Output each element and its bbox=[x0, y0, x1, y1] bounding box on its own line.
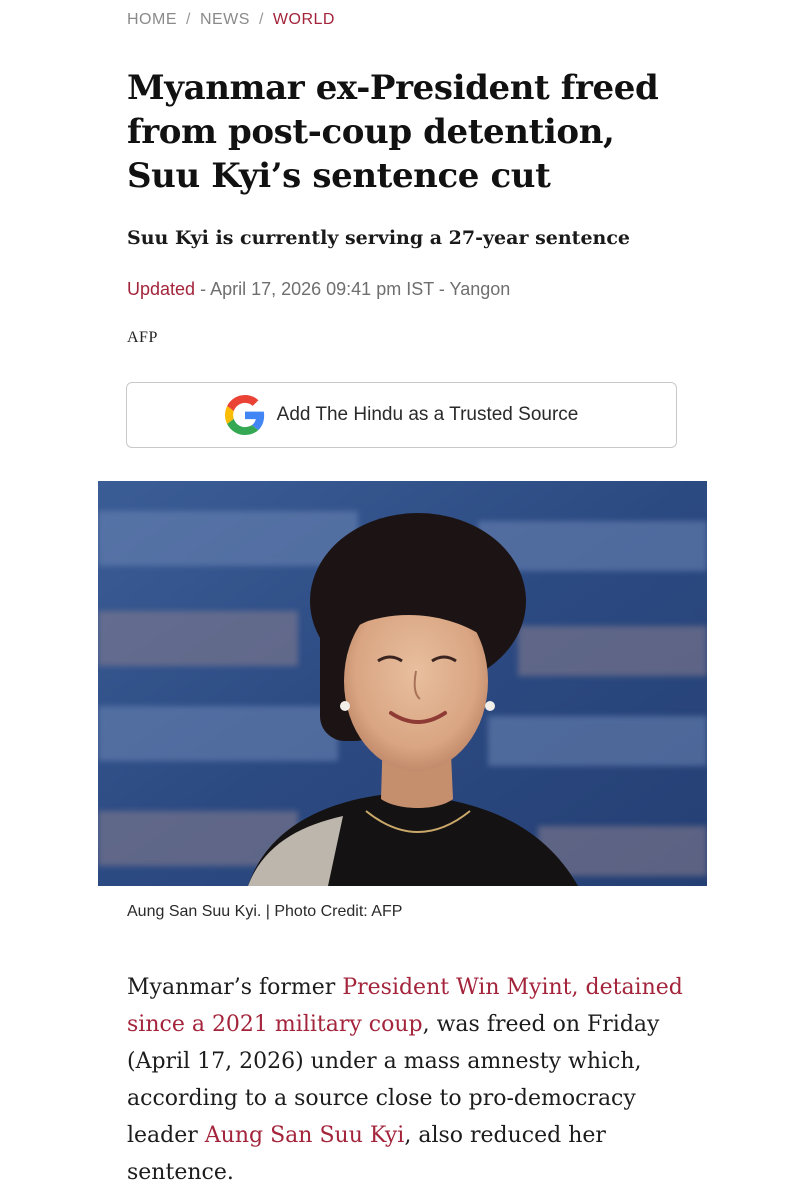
breadcrumb-world-link[interactable]: WORLD bbox=[273, 11, 335, 28]
breadcrumb-home-link[interactable]: HOME bbox=[127, 11, 177, 28]
suu-kyi-link[interactable]: Aung San Suu Kyi bbox=[205, 1123, 405, 1148]
breadcrumb: HOME / NEWS / WORLD bbox=[127, 11, 335, 29]
article-timestamp: Updated - April 17, 2026 09:41 pm IST - … bbox=[127, 279, 510, 300]
add-trusted-source-label: Add The Hindu as a Trusted Source bbox=[276, 404, 579, 425]
article-headline: Myanmar ex-President freed from post-cou… bbox=[127, 68, 659, 196]
breadcrumb-news-link[interactable]: NEWS bbox=[200, 11, 250, 28]
body-text-segment: Myanmar’s former bbox=[127, 975, 343, 1000]
add-trusted-source-button[interactable]: Add The Hindu as a Trusted Source bbox=[126, 382, 677, 448]
updated-label: Updated bbox=[127, 279, 196, 299]
google-g-icon bbox=[224, 395, 264, 435]
updated-datetime: - April 17, 2026 09:41 pm IST - Yangon bbox=[195, 279, 511, 299]
article-byline-agency: AFP bbox=[127, 329, 158, 346]
portrait-image bbox=[98, 481, 707, 886]
article-photo bbox=[98, 481, 707, 886]
article-subheadline: Suu Kyi is currently serving a 27-year s… bbox=[127, 227, 630, 249]
breadcrumb-separator: / bbox=[258, 11, 264, 28]
article-body-paragraph: Myanmar’s former President Win Myint, de… bbox=[127, 969, 702, 1191]
photo-caption: Aung San Suu Kyi. | Photo Credit: AFP bbox=[127, 903, 403, 920]
breadcrumb-separator: / bbox=[186, 11, 191, 28]
